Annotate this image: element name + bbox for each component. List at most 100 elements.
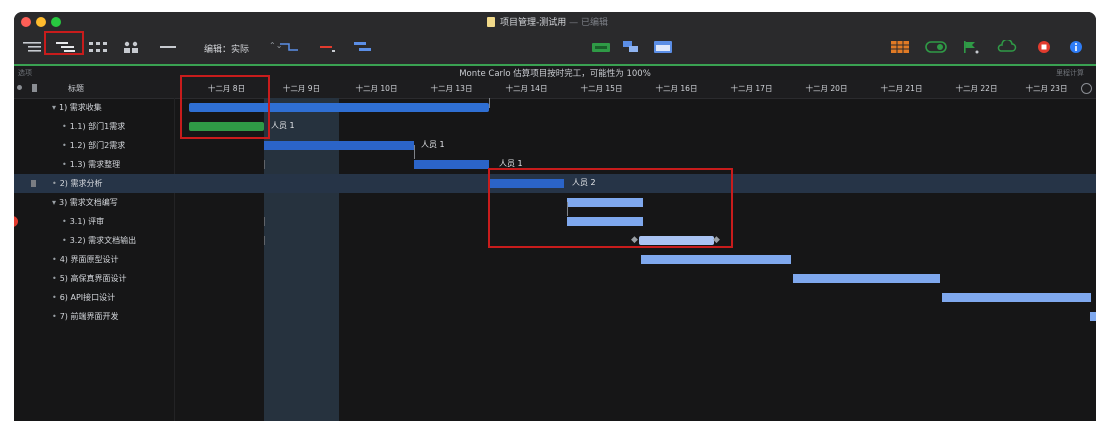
bullet-icon: • bbox=[52, 255, 57, 264]
stop-icon[interactable] bbox=[1034, 39, 1054, 55]
share-icon[interactable] bbox=[620, 39, 642, 55]
resource-icon[interactable] bbox=[122, 39, 140, 55]
task-bar[interactable] bbox=[942, 293, 1091, 302]
timeline-header: 标题 十二月 8日 十二月 9日 十二月 10日 十二月 13日 十二月 14日… bbox=[14, 80, 1096, 99]
task-label: • 3.1) 评审 bbox=[62, 216, 104, 227]
flag-icon[interactable] bbox=[960, 39, 982, 55]
highlight-toolbar-view bbox=[44, 31, 84, 55]
task-label: • 7) 前端界面开发 bbox=[52, 311, 118, 322]
row-drag-handle[interactable] bbox=[31, 180, 36, 187]
date-header: 十二月 21日 bbox=[880, 84, 923, 93]
disclosure-caret-icon[interactable]: ▾ bbox=[52, 103, 56, 112]
date-header: 十二月 14日 bbox=[505, 84, 548, 93]
task-title: 1.3) 需求整理 bbox=[69, 160, 121, 169]
highlight-first-date bbox=[180, 75, 270, 139]
task-title: 7) 前端界面开发 bbox=[59, 312, 119, 321]
task-bar[interactable] bbox=[264, 141, 414, 150]
connect-icon[interactable] bbox=[278, 39, 300, 55]
title-bar: 项目管理-测试用 — 已编辑 bbox=[14, 12, 1096, 32]
task-row[interactable]: • 4) 界面原型设计 bbox=[14, 250, 1096, 269]
minimize-window-button[interactable] bbox=[36, 17, 46, 27]
milestone-calc-label[interactable]: 里程计算 bbox=[1056, 68, 1084, 78]
task-row[interactable]: • 5) 高保真界面设计 bbox=[14, 269, 1096, 288]
task-label: • 6) API接口设计 bbox=[52, 292, 115, 303]
scroll-to-today-icon[interactable] bbox=[1081, 83, 1092, 94]
date-header: 十二月 22日 bbox=[955, 84, 998, 93]
bullet-icon: • bbox=[62, 141, 67, 150]
task-title: 1.2) 部门2需求 bbox=[69, 141, 126, 150]
date-header: 十二月 20日 bbox=[805, 84, 848, 93]
task-row[interactable]: • 7) 前端界面开发 bbox=[14, 307, 1096, 326]
monte-carlo-message: Monte Carlo 估算项目按时完工，可能性为 100% bbox=[459, 69, 651, 79]
window-title-name: 项目管理-测试用 bbox=[500, 18, 567, 28]
window-title: 项目管理-测试用 — 已编辑 bbox=[500, 15, 608, 28]
task-title: 3) 需求文档编写 bbox=[59, 198, 118, 207]
task-row[interactable]: • 6) API接口设计 bbox=[14, 288, 1096, 307]
task-title: 3.2) 需求文档输出 bbox=[69, 236, 137, 245]
bullet-icon: • bbox=[62, 236, 67, 245]
constraint-tick bbox=[264, 236, 265, 245]
bullet-icon: • bbox=[62, 122, 67, 131]
date-header: 十二月 16日 bbox=[655, 84, 698, 93]
task-bar[interactable] bbox=[641, 255, 791, 264]
task-label: • 3.2) 需求文档输出 bbox=[62, 235, 136, 246]
task-bar[interactable] bbox=[414, 160, 489, 169]
bullet-icon: • bbox=[52, 179, 57, 188]
info-icon[interactable] bbox=[1066, 39, 1086, 55]
level-icon[interactable] bbox=[352, 39, 374, 55]
task-title: 1.1) 部门1需求 bbox=[69, 122, 126, 131]
info-bar: 选项 Monte Carlo 估算项目按时完工，可能性为 100% 里程计算 bbox=[14, 66, 1096, 80]
resource-label: 人员 1 bbox=[421, 140, 445, 149]
date-header: 十二月 9日 bbox=[282, 84, 321, 93]
alert-icon[interactable] bbox=[14, 216, 18, 227]
task-label: • 1.1) 部门1需求 bbox=[62, 121, 125, 132]
status-column-icon[interactable] bbox=[17, 85, 22, 90]
date-header: 十二月 13日 bbox=[430, 84, 473, 93]
task-title: 6) API接口设计 bbox=[59, 293, 116, 302]
task-label: • 1.3) 需求整理 bbox=[62, 159, 120, 170]
task-bar[interactable] bbox=[793, 274, 940, 283]
date-header: 十二月 17日 bbox=[730, 84, 773, 93]
task-title: 5) 高保真界面设计 bbox=[59, 274, 127, 283]
task-row[interactable]: • 1.1) 部门1需求 人员 1 bbox=[14, 117, 1096, 136]
toolbar: 编辑：实际 ⌃⌄ bbox=[14, 32, 1096, 66]
table-icon[interactable] bbox=[889, 39, 911, 55]
task-row[interactable]: ▾ 1) 需求收集 bbox=[14, 98, 1096, 117]
close-window-button[interactable] bbox=[21, 17, 31, 27]
bullet-icon: • bbox=[62, 160, 67, 169]
toggle-icon[interactable] bbox=[924, 39, 948, 55]
bullet-icon: • bbox=[62, 217, 67, 226]
title-column-header[interactable]: 标题 bbox=[68, 83, 84, 94]
document-icon bbox=[487, 17, 495, 27]
date-header: 十二月 23日 bbox=[1025, 84, 1068, 93]
task-label: • 1.2) 部门2需求 bbox=[62, 140, 125, 151]
calendar-icon[interactable] bbox=[652, 39, 674, 55]
constraint-tick bbox=[264, 217, 265, 226]
date-header: 十二月 10日 bbox=[355, 84, 398, 93]
dependency-line bbox=[414, 145, 415, 159]
cloud-icon[interactable] bbox=[996, 39, 1018, 55]
split-icon[interactable] bbox=[159, 39, 177, 55]
bullet-icon: • bbox=[52, 293, 57, 302]
constraint-tick bbox=[264, 160, 265, 169]
task-title: 3.1) 评审 bbox=[69, 217, 105, 226]
task-label: • 4) 界面原型设计 bbox=[52, 254, 118, 265]
resource-label: 人员 1 bbox=[271, 121, 295, 130]
date-header: 十二月 15日 bbox=[580, 84, 623, 93]
edit-mode-select[interactable]: 编辑：实际 bbox=[204, 42, 249, 55]
outline-icon[interactable] bbox=[22, 39, 42, 55]
minus-icon[interactable] bbox=[317, 39, 337, 55]
dependency-line bbox=[489, 98, 490, 108]
task-label: ▾ 1) 需求收集 bbox=[52, 102, 102, 113]
task-label: • 5) 高保真界面设计 bbox=[52, 273, 126, 284]
network-icon[interactable] bbox=[88, 39, 108, 55]
task-bar[interactable] bbox=[1090, 312, 1096, 321]
task-title: 2) 需求分析 bbox=[59, 179, 103, 188]
task-title: 1) 需求收集 bbox=[59, 103, 102, 112]
task-row[interactable]: • 1.2) 部门2需求 人员 1 bbox=[14, 136, 1096, 155]
zoom-window-button[interactable] bbox=[51, 17, 61, 27]
notes-column-icon[interactable] bbox=[32, 84, 37, 92]
window-title-status: — 已编辑 bbox=[569, 18, 608, 28]
disclosure-caret-icon[interactable]: ▾ bbox=[52, 198, 56, 207]
baseline-icon[interactable] bbox=[590, 39, 612, 55]
